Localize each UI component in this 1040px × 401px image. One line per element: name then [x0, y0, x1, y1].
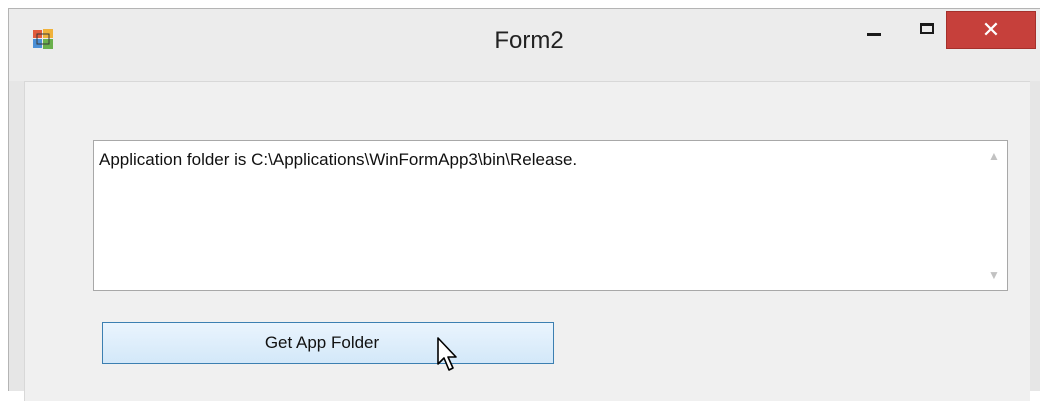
window-title: Form2: [494, 27, 564, 54]
app-icon[interactable]: [32, 28, 54, 50]
output-textbox[interactable]: Application folder is C:\Applications\Wi…: [93, 140, 1008, 291]
get-app-folder-button[interactable]: Get App Folder: [102, 322, 554, 364]
minimize-icon: [867, 32, 881, 36]
scroll-down-arrow-icon[interactable]: ▼: [982, 265, 1006, 285]
maximize-button[interactable]: [904, 9, 950, 47]
scroll-up-arrow-icon[interactable]: ▲: [982, 146, 1006, 166]
output-text: Application folder is C:\Applications\Wi…: [99, 150, 578, 169]
minimize-button[interactable]: [851, 9, 897, 47]
client-area: Application folder is C:\Applications\Wi…: [24, 81, 1030, 401]
mouse-pointer-icon: [437, 337, 457, 371]
close-button[interactable]: ✕: [946, 11, 1036, 49]
close-icon: ✕: [981, 17, 1001, 42]
maximize-icon: [920, 22, 934, 34]
title-bar[interactable]: Form2 ✕: [9, 9, 1040, 81]
form-window: Form2 ✕ Application folder is C:\Applica…: [8, 8, 1040, 401]
vertical-scrollbar[interactable]: ▲ ▼: [982, 142, 1006, 289]
